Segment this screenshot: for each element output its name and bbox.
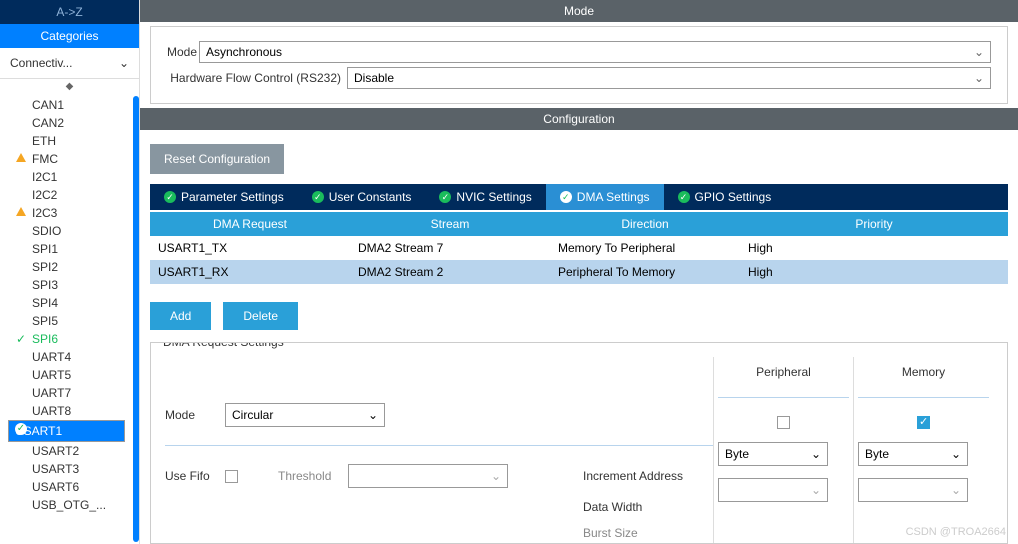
chevron-down-icon: ⌄ xyxy=(491,469,501,483)
burst-size-label: Burst Size xyxy=(583,526,713,540)
check-icon: ✓ xyxy=(678,191,690,203)
check-icon: ✓ xyxy=(560,191,572,203)
peripheral-item-spi1[interactable]: SPI1 xyxy=(8,240,125,258)
use-fifo-checkbox[interactable] xyxy=(225,470,238,483)
tab-parameter-settings[interactable]: ✓Parameter Settings xyxy=(150,184,298,210)
memory-data-width-value: Byte xyxy=(865,447,889,461)
category-selector[interactable]: Connectiv... ⌄ xyxy=(0,48,139,79)
peripheral-item-spi6[interactable]: SPI6 xyxy=(8,330,125,348)
chevron-down-icon: ⌄ xyxy=(811,447,821,461)
dma-request-settings: DMA Request Settings Mode Circular ⌄ Use… xyxy=(150,342,1008,544)
chevron-down-icon: ⌄ xyxy=(811,483,821,497)
dma-row[interactable]: USART1_RXDMA2 Stream 2Peripheral To Memo… xyxy=(150,260,1008,284)
memory-data-width-select[interactable]: Byte ⌄ xyxy=(858,442,968,466)
peripheral-item-i2c1[interactable]: I2C1 xyxy=(8,168,125,186)
chevron-down-icon: ⌄ xyxy=(951,447,961,461)
reset-configuration-button[interactable]: Reset Configuration xyxy=(150,144,284,174)
mode-setting-select[interactable]: Circular ⌄ xyxy=(225,403,385,427)
peripheral-item-usart3[interactable]: USART3 xyxy=(8,460,125,478)
peripheral-item-uart8[interactable]: UART8 xyxy=(8,402,125,420)
tab-categories[interactable]: Categories xyxy=(0,24,139,48)
peripheral-item-i2c3[interactable]: I2C3 xyxy=(8,204,125,222)
mode-panel-header: Mode xyxy=(140,0,1018,22)
peripheral-item-spi2[interactable]: SPI2 xyxy=(8,258,125,276)
hfc-value: Disable xyxy=(354,71,394,85)
peripheral-item-usb_otg_...[interactable]: USB_OTG_... xyxy=(8,496,125,514)
hfc-select[interactable]: Disable ⌄ xyxy=(347,67,991,89)
memory-increment-checkbox[interactable] xyxy=(917,416,930,429)
threshold-label: Threshold xyxy=(278,469,348,483)
mode-value: Asynchronous xyxy=(206,45,282,59)
peripheral-item-spi3[interactable]: SPI3 xyxy=(8,276,125,294)
settings-legend: DMA Request Settings xyxy=(159,342,288,349)
tab-gpio-settings[interactable]: ✓GPIO Settings xyxy=(664,184,786,210)
dma-row[interactable]: USART1_TXDMA2 Stream 7Memory To Peripher… xyxy=(150,236,1008,260)
peripheral-data-width-select[interactable]: Byte ⌄ xyxy=(718,442,828,466)
tab-user-constants[interactable]: ✓User Constants xyxy=(298,184,426,210)
use-fifo-label: Use Fifo xyxy=(165,469,225,483)
peripheral-item-can1[interactable]: CAN1 xyxy=(8,96,125,114)
threshold-select: ⌄ xyxy=(348,464,508,488)
chevron-down-icon: ⌄ xyxy=(974,45,984,59)
chevron-down-icon: ⌄ xyxy=(368,408,378,422)
peripheral-col-header: Peripheral xyxy=(718,357,849,398)
mode-setting-label: Mode xyxy=(165,408,225,422)
peripheral-item-usart2[interactable]: USART2 xyxy=(8,442,125,460)
peripheral-item-uart7[interactable]: UART7 xyxy=(8,384,125,402)
memory-col-header: Memory xyxy=(858,357,989,398)
scrollbar[interactable] xyxy=(133,96,139,542)
config-panel-header: Configuration xyxy=(140,108,1018,130)
col-dma-request: DMA Request xyxy=(150,212,350,236)
tab-a-z[interactable]: A->Z xyxy=(0,0,139,24)
peripheral-item-sdio[interactable]: SDIO xyxy=(8,222,125,240)
mode-select[interactable]: Asynchronous ⌄ xyxy=(199,41,991,63)
peripheral-item-spi4[interactable]: SPI4 xyxy=(8,294,125,312)
chevron-down-icon: ⌄ xyxy=(974,71,984,85)
hfc-label: Hardware Flow Control (RS232) xyxy=(167,71,347,85)
dma-table-header: DMA Request Stream Direction Priority xyxy=(150,212,1008,236)
check-icon: ✓ xyxy=(164,191,176,203)
peripheral-item-i2c2[interactable]: I2C2 xyxy=(8,186,125,204)
peripheral-item-fmc[interactable]: FMC xyxy=(8,150,125,168)
tab-dma-settings[interactable]: ✓DMA Settings xyxy=(546,184,664,210)
watermark: CSDN @TROA2664 xyxy=(906,526,1006,538)
increment-address-label: Increment Address xyxy=(583,469,713,483)
dma-table-body: USART1_TXDMA2 Stream 7Memory To Peripher… xyxy=(150,236,1008,284)
peripheral-item-spi5[interactable]: SPI5 xyxy=(8,312,125,330)
col-stream: Stream xyxy=(350,212,550,236)
config-tabs: ✓Parameter Settings✓User Constants✓NVIC … xyxy=(150,184,1008,210)
peripheral-item-uart5[interactable]: UART5 xyxy=(8,366,125,384)
peripheral-list: CAN1CAN2ETHFMCI2C1I2C2I2C3SDIOSPI1SPI2SP… xyxy=(0,94,133,544)
delete-button[interactable]: Delete xyxy=(223,302,298,330)
peripheral-item-uart4[interactable]: UART4 xyxy=(8,348,125,366)
memory-burst-select: ⌄ xyxy=(858,478,968,502)
tab-nvic-settings[interactable]: ✓NVIC Settings xyxy=(425,184,545,210)
sort-arrows-icon[interactable]: ◆ xyxy=(0,79,139,94)
peripheral-burst-select: ⌄ xyxy=(718,478,828,502)
check-icon: ✓ xyxy=(439,191,451,203)
check-icon: ✓ xyxy=(312,191,324,203)
peripheral-item-usart6[interactable]: USART6 xyxy=(8,478,125,496)
mode-label: Mode xyxy=(167,45,199,59)
peripheral-item-usart1[interactable]: USART1 xyxy=(8,420,125,442)
chevron-down-icon: ⌄ xyxy=(951,483,961,497)
peripheral-increment-checkbox[interactable] xyxy=(777,416,790,429)
col-direction: Direction xyxy=(550,212,740,236)
chevron-down-icon: ⌄ xyxy=(119,56,129,70)
peripheral-item-can2[interactable]: CAN2 xyxy=(8,114,125,132)
mode-setting-value: Circular xyxy=(232,408,273,422)
category-selected-label: Connectiv... xyxy=(10,56,72,70)
data-width-label: Data Width xyxy=(583,500,713,514)
peripheral-item-eth[interactable]: ETH xyxy=(8,132,125,150)
peripheral-data-width-value: Byte xyxy=(725,447,749,461)
add-button[interactable]: Add xyxy=(150,302,211,330)
col-priority: Priority xyxy=(740,212,1008,236)
